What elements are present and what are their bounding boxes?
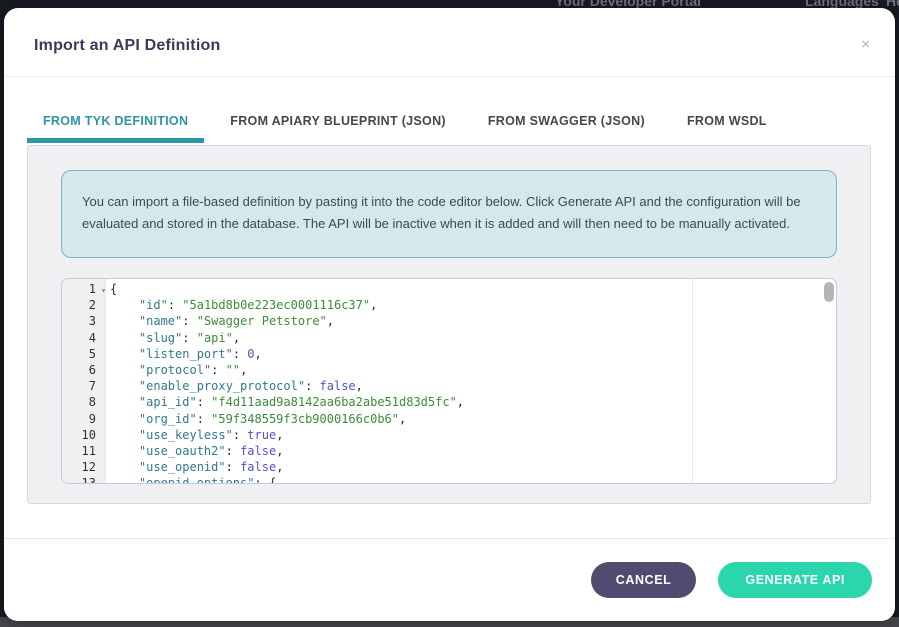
cancel-button[interactable]: CANCEL: [591, 562, 697, 598]
tab-from-apiary-blueprint-json[interactable]: FROM APIARY BLUEPRINT (JSON): [214, 114, 462, 143]
line-number: 11: [62, 443, 106, 459]
modal-footer: CANCEL GENERATE API: [4, 538, 895, 621]
code-line: 10 "use_keyless": true,: [62, 427, 836, 443]
line-number: 1▾: [62, 281, 106, 297]
line-number: 3: [62, 313, 106, 329]
code-text: "id": "5a1bd8b0e223ec0001116c37",: [110, 297, 377, 313]
line-number: 2: [62, 297, 106, 313]
code-line: 1▾{: [62, 281, 836, 297]
line-number: 13▾: [62, 475, 106, 484]
line-number: 6: [62, 362, 106, 378]
code-text: "api_id": "f4d11aad9a8142aa6ba2abe51d83d…: [110, 394, 464, 410]
code-text: "org_id": "59f348559f3cb9000166c0b6",: [110, 411, 406, 427]
code-line: 12 "use_openid": false,: [62, 459, 836, 475]
code-text: "openid_options": {: [110, 475, 276, 484]
code-text: "listen_port": 0,: [110, 346, 262, 362]
code-text: "use_openid": false,: [110, 459, 283, 475]
line-number: 9: [62, 411, 106, 427]
tab-from-tyk-definition[interactable]: FROM TYK DEFINITION: [27, 114, 204, 143]
modal-header: Import an API Definition ×: [4, 8, 895, 77]
code-text: "use_oauth2": false,: [110, 443, 283, 459]
code-line: 9 "org_id": "59f348559f3cb9000166c0b6",: [62, 411, 836, 427]
code-line: 2 "id": "5a1bd8b0e223ec0001116c37",: [62, 297, 836, 313]
code-text: "enable_proxy_protocol": false,: [110, 378, 363, 394]
import-api-modal: Import an API Definition × FROM TYK DEFI…: [4, 8, 895, 621]
code-text: "use_keyless": true,: [110, 427, 283, 443]
line-number: 5: [62, 346, 106, 362]
nav-link-languages[interactable]: Languages: [805, 0, 879, 8]
line-number: 4: [62, 330, 106, 346]
code-text: "name": "Swagger Petstore",: [110, 313, 334, 329]
nav-link-help[interactable]: Help: [886, 0, 899, 8]
modal-title: Import an API Definition: [34, 37, 220, 55]
tab-from-swagger-json[interactable]: FROM SWAGGER (JSON): [472, 114, 661, 143]
code-line: 3 "name": "Swagger Petstore",: [62, 313, 836, 329]
import-panel: You can import a file-based definition b…: [27, 145, 871, 504]
code-editor[interactable]: 1▾{2 "id": "5a1bd8b0e223ec0001116c37",3 …: [61, 278, 837, 484]
code-lines: 1▾{2 "id": "5a1bd8b0e223ec0001116c37",3 …: [62, 281, 836, 484]
code-line: 6 "protocol": "",: [62, 362, 836, 378]
tab-from-wsdl[interactable]: FROM WSDL: [671, 114, 783, 143]
line-number: 12: [62, 459, 106, 475]
code-text: "slug": "api",: [110, 330, 240, 346]
code-line: 8 "api_id": "f4d11aad9a8142aa6ba2abe51d8…: [62, 394, 836, 410]
line-number: 7: [62, 378, 106, 394]
code-line: 5 "listen_port": 0,: [62, 346, 836, 362]
nav-link-developer-portal[interactable]: Your Developer Portal: [555, 0, 701, 8]
line-number: 8: [62, 394, 106, 410]
code-line: 4 "slug": "api",: [62, 330, 836, 346]
close-icon[interactable]: ×: [861, 37, 870, 52]
code-line: 7 "enable_proxy_protocol": false,: [62, 378, 836, 394]
code-text: "protocol": "",: [110, 362, 247, 378]
import-source-tabs: FROM TYK DEFINITION FROM APIARY BLUEPRIN…: [27, 77, 895, 143]
editor-vertical-scrollbar[interactable]: [824, 282, 834, 302]
info-banner: You can import a file-based definition b…: [61, 170, 837, 258]
site-header: Your Developer Portal Languages Help: [0, 0, 899, 8]
code-line: 11 "use_oauth2": false,: [62, 443, 836, 459]
generate-api-button[interactable]: GENERATE API: [718, 562, 872, 598]
code-line: 13▾ "openid_options": {: [62, 475, 836, 484]
fold-arrow-icon[interactable]: ▾: [101, 477, 106, 484]
code-text: {: [110, 281, 117, 297]
line-number: 10: [62, 427, 106, 443]
